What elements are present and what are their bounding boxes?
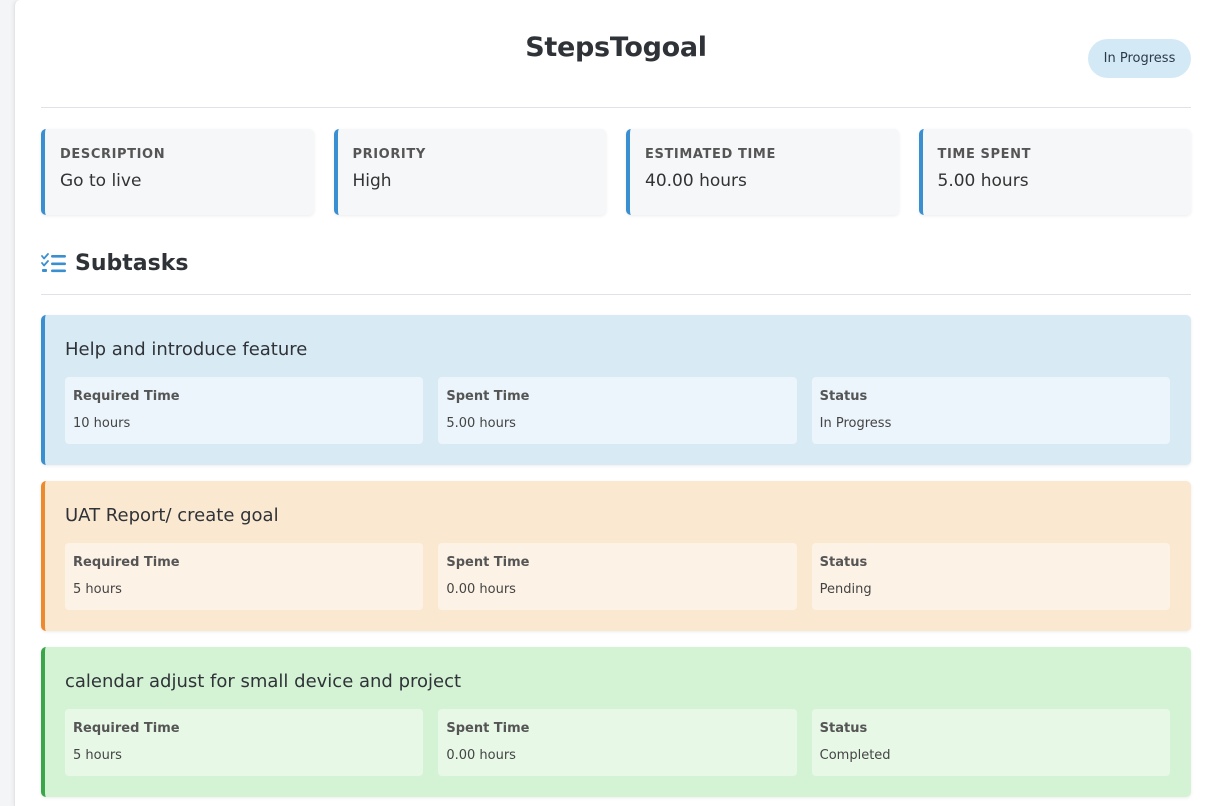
estimated-time-card: ESTIMATED TIME 40.00 hours (626, 129, 899, 215)
subtask-card[interactable]: calendar adjust for small device and pro… (41, 647, 1191, 797)
checklist-icon (41, 253, 66, 273)
subtasks-section-header: Subtasks (41, 250, 1191, 295)
spent-time-cell: Spent Time 5.00 hours (438, 377, 797, 444)
time-spent-value: 5.00 hours (937, 171, 1029, 191)
subtask-card[interactable]: Help and introduce feature Required Time… (41, 315, 1191, 465)
subtask-details: Required Time 5 hours Spent Time 0.00 ho… (65, 543, 1170, 610)
status-value: Completed (819, 748, 891, 763)
spent-time-label: Spent Time (446, 389, 530, 404)
required-time-cell: Required Time 5 hours (65, 709, 424, 776)
spent-time-label: Spent Time (446, 721, 530, 736)
time-spent-card: TIME SPENT 5.00 hours (918, 129, 1191, 215)
status-label: Status (819, 555, 868, 570)
spent-time-label: Spent Time (446, 555, 530, 570)
priority-card: PRIORITY High (333, 129, 606, 215)
status-label: Status (819, 721, 868, 736)
subtask-card[interactable]: UAT Report/ create goal Required Time 5 … (41, 481, 1191, 631)
estimated-time-value: 40.00 hours (645, 171, 747, 191)
estimated-time-label: ESTIMATED TIME (645, 147, 776, 162)
page-title: StepsTogoal (525, 32, 707, 63)
goal-detail-panel: StepsTogoal In Progress DESCRIPTION Go t… (14, 0, 1209, 806)
status-value: Pending (819, 582, 872, 597)
priority-label: PRIORITY (352, 147, 426, 162)
subtask-title: Help and introduce feature (65, 339, 308, 360)
status-cell: Status Completed (811, 709, 1170, 776)
priority-value: High (352, 171, 392, 191)
subtask-details: Required Time 10 hours Spent Time 5.00 h… (65, 377, 1170, 444)
required-time-value: 5 hours (73, 748, 122, 763)
section-title: Subtasks (75, 251, 189, 276)
spent-time-value: 5.00 hours (446, 416, 516, 431)
required-time-label: Required Time (73, 721, 180, 736)
description-card: DESCRIPTION Go to live (41, 129, 314, 215)
status-value: In Progress (819, 416, 892, 431)
required-time-label: Required Time (73, 389, 180, 404)
time-spent-label: TIME SPENT (937, 147, 1032, 162)
status-cell: Status Pending (811, 543, 1170, 610)
spent-time-value: 0.00 hours (446, 748, 516, 763)
spent-time-value: 0.00 hours (446, 582, 516, 597)
required-time-label: Required Time (73, 555, 180, 570)
required-time-value: 5 hours (73, 582, 122, 597)
description-value: Go to live (60, 171, 142, 191)
spent-time-cell: Spent Time 0.00 hours (438, 543, 797, 610)
status-cell: Status In Progress (811, 377, 1170, 444)
spent-time-cell: Spent Time 0.00 hours (438, 709, 797, 776)
required-time-value: 10 hours (73, 416, 131, 431)
subtask-title: calendar adjust for small device and pro… (65, 671, 462, 692)
goal-header: StepsTogoal In Progress (41, 0, 1191, 108)
required-time-cell: Required Time 5 hours (65, 543, 424, 610)
description-label: DESCRIPTION (60, 147, 166, 162)
subtask-details: Required Time 5 hours Spent Time 0.00 ho… (65, 709, 1170, 776)
status-badge: In Progress (1088, 39, 1191, 78)
goal-info-grid: DESCRIPTION Go to live PRIORITY High EST… (41, 129, 1191, 215)
required-time-cell: Required Time 10 hours (65, 377, 424, 444)
status-label: Status (819, 389, 868, 404)
subtask-title: UAT Report/ create goal (65, 505, 279, 526)
